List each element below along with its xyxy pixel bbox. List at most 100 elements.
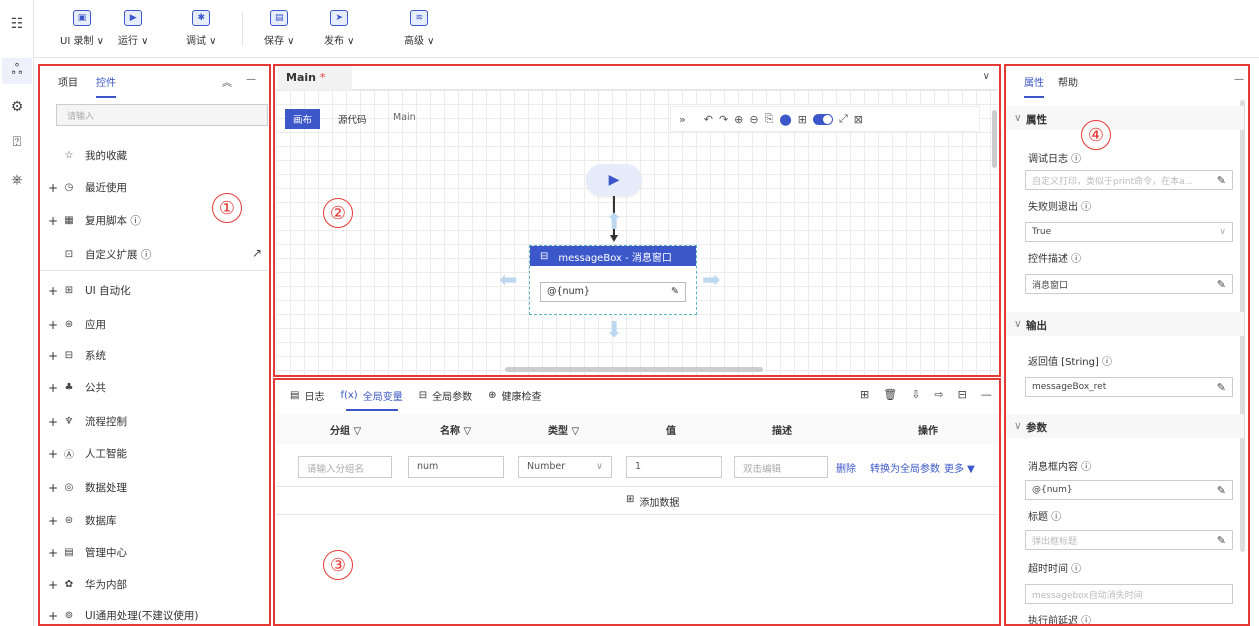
save-button[interactable]: ▤ 保存 ∨: [264, 10, 295, 47]
locate-icon[interactable]: ⬤: [779, 113, 791, 126]
expand-icon[interactable]: +: [48, 514, 62, 528]
expand-icon[interactable]: +: [48, 214, 62, 228]
tab-log[interactable]: ▤ 日志: [290, 388, 324, 403]
control-desc-input[interactable]: 消息窗口 ✎: [1025, 274, 1233, 294]
expand-icon[interactable]: +: [48, 349, 62, 363]
zoom-in-icon[interactable]: ⊕: [734, 113, 743, 126]
undo-icon[interactable]: ↶: [704, 113, 713, 126]
minimize-icon[interactable]: —: [1234, 74, 1244, 85]
tab-main-view[interactable]: Main: [385, 109, 424, 126]
column-type[interactable]: 类型 ▽: [548, 422, 579, 437]
minimize-icon[interactable]: —: [246, 74, 256, 85]
redo-icon[interactable]: ↷: [719, 113, 728, 126]
search-input[interactable]: 请输入: [56, 104, 268, 126]
tab-health-check[interactable]: ⊕ 健康检查: [488, 388, 541, 403]
vertical-scrollbar[interactable]: [992, 110, 997, 168]
category-database[interactable]: + ⊜ 数据库: [48, 513, 117, 528]
puzzle-icon[interactable]: ⎈: [7, 170, 27, 190]
name-input[interactable]: num: [408, 456, 504, 478]
column-group[interactable]: 分组 ▽: [330, 422, 361, 437]
add-icon[interactable]: ⊞: [860, 388, 869, 401]
start-node[interactable]: ▶: [586, 164, 642, 196]
category-ui-automation[interactable]: + ⊞ UI 自动化: [48, 283, 131, 298]
layout-icon[interactable]: ⊞: [798, 113, 807, 126]
run-button[interactable]: ▶ 运行 ∨: [118, 10, 149, 47]
category-public[interactable]: + ♣ 公共: [48, 380, 106, 395]
delete-link[interactable]: 删除: [836, 460, 856, 475]
expand-icon[interactable]: +: [48, 284, 62, 298]
gear-icon[interactable]: ⚙: [7, 97, 27, 117]
tab-source[interactable]: 源代码: [330, 109, 375, 129]
drag-left-arrow[interactable]: ⬅: [499, 270, 517, 292]
group-input[interactable]: 请输入分组名: [298, 456, 392, 478]
description-input[interactable]: 双击编辑: [734, 456, 828, 478]
category-flow-control[interactable]: + ♆ 流程控制: [48, 414, 127, 429]
edit-icon[interactable]: ✎: [1217, 484, 1226, 497]
expand-toolbar-icon[interactable]: »: [679, 113, 686, 126]
expand-icon[interactable]: +: [48, 447, 62, 461]
expand-icon[interactable]: +: [48, 609, 62, 623]
expand-icon[interactable]: +: [48, 481, 62, 495]
collapse-icon[interactable]: ︽: [222, 74, 232, 89]
list-item-custom-extension[interactable]: ⊡ 自定义扩展 ⓘ: [48, 247, 152, 262]
timeout-input[interactable]: messagebox自动消失时间: [1025, 584, 1233, 604]
tab-global-params[interactable]: ⊟ 全局参数: [419, 388, 472, 403]
expand-icon[interactable]: +: [48, 578, 62, 592]
list-item-favorites[interactable]: ☆ 我的收藏: [48, 148, 127, 163]
tab-global-variables[interactable]: f(x) 全局变量: [340, 388, 402, 403]
category-system[interactable]: + ⊟ 系统: [48, 348, 106, 363]
category-app[interactable]: + ⊛ 应用: [48, 317, 106, 332]
tab-main[interactable]: Main *: [278, 66, 352, 90]
drag-right-arrow[interactable]: ➡: [702, 270, 720, 292]
tab-controls[interactable]: 控件: [96, 74, 116, 98]
edit-icon[interactable]: ✎: [1217, 534, 1226, 547]
trash-icon[interactable]: 🗑: [883, 388, 897, 401]
list-item-reuse-scripts[interactable]: + ▦ 复用脚本 ⓘ: [48, 213, 141, 228]
zoom-out-icon[interactable]: ⊖: [749, 113, 758, 126]
tab-canvas[interactable]: 画布: [285, 109, 321, 129]
edit-icon[interactable]: ✎: [1217, 381, 1226, 394]
node-input[interactable]: @{num} ✎: [540, 282, 686, 302]
debug-log-input[interactable]: 自定义打印，类似于print命令，在本a... ✎: [1025, 170, 1233, 190]
category-huawei-internal[interactable]: + ✿ 华为内部: [48, 577, 127, 592]
expand-icon[interactable]: +: [48, 381, 62, 395]
messagebox-node[interactable]: ⊟ messageBox - 消息窗口 @{num} ✎: [529, 245, 697, 315]
return-value-input[interactable]: messageBox_ret ✎: [1025, 377, 1233, 397]
horizontal-scrollbar[interactable]: [505, 367, 763, 372]
convert-to-param-link[interactable]: 转换为全局参数: [870, 460, 940, 475]
flow-canvas[interactable]: [276, 90, 998, 377]
export-icon[interactable]: ⇨: [934, 388, 943, 401]
advanced-button[interactable]: ≋ 高级 ∨: [404, 10, 435, 47]
tab-properties[interactable]: 属性: [1024, 74, 1044, 98]
expand-icon[interactable]: +: [48, 181, 62, 195]
tab-project[interactable]: 项目: [58, 74, 78, 89]
expand-icon[interactable]: +: [48, 415, 62, 429]
message-content-input[interactable]: @{num} ✎: [1025, 480, 1233, 500]
ui-record-button[interactable]: ▣ UI 录制 ∨: [60, 10, 104, 47]
add-data-button[interactable]: ⊞ 添加数据: [626, 494, 679, 509]
expand-icon[interactable]: +: [48, 318, 62, 332]
category-management[interactable]: + ▤ 管理中心: [48, 545, 127, 560]
category-ai[interactable]: + Ⓐ 人工智能: [48, 446, 127, 462]
minimap-toggle[interactable]: [812, 113, 833, 125]
list-icon[interactable]: ☷: [7, 14, 27, 34]
list-item-recent[interactable]: + ◷ 最近使用: [48, 180, 127, 195]
edit-icon[interactable]: ✎: [1217, 278, 1226, 291]
nodes-icon[interactable]: ஃ: [2, 58, 32, 84]
category-data-processing[interactable]: + ◎ 数据处理: [48, 480, 127, 495]
document-icon[interactable]: ⊟: [958, 388, 967, 401]
category-ui-generic[interactable]: + ⊚ UI通用处理(不建议使用): [48, 608, 198, 623]
more-link[interactable]: 更多 ▼: [944, 460, 975, 475]
external-link-icon[interactable]: ↗: [252, 246, 262, 260]
expand-icon[interactable]: +: [48, 546, 62, 560]
chevron-down-icon[interactable]: ∨: [983, 71, 990, 82]
edit-icon[interactable]: ✎: [1217, 174, 1226, 187]
copy-icon[interactable]: ⎘: [765, 112, 774, 126]
tab-help[interactable]: 帮助: [1058, 74, 1078, 89]
fail-exit-select[interactable]: True ∨: [1025, 222, 1233, 242]
title-input[interactable]: 弹出框标题 ✎: [1025, 530, 1233, 550]
debug-button[interactable]: ✱ 调试 ∨: [186, 10, 217, 47]
column-name[interactable]: 名称 ▽: [440, 422, 471, 437]
fullscreen-icon[interactable]: ⤢: [839, 112, 848, 126]
value-input[interactable]: 1: [626, 456, 722, 478]
